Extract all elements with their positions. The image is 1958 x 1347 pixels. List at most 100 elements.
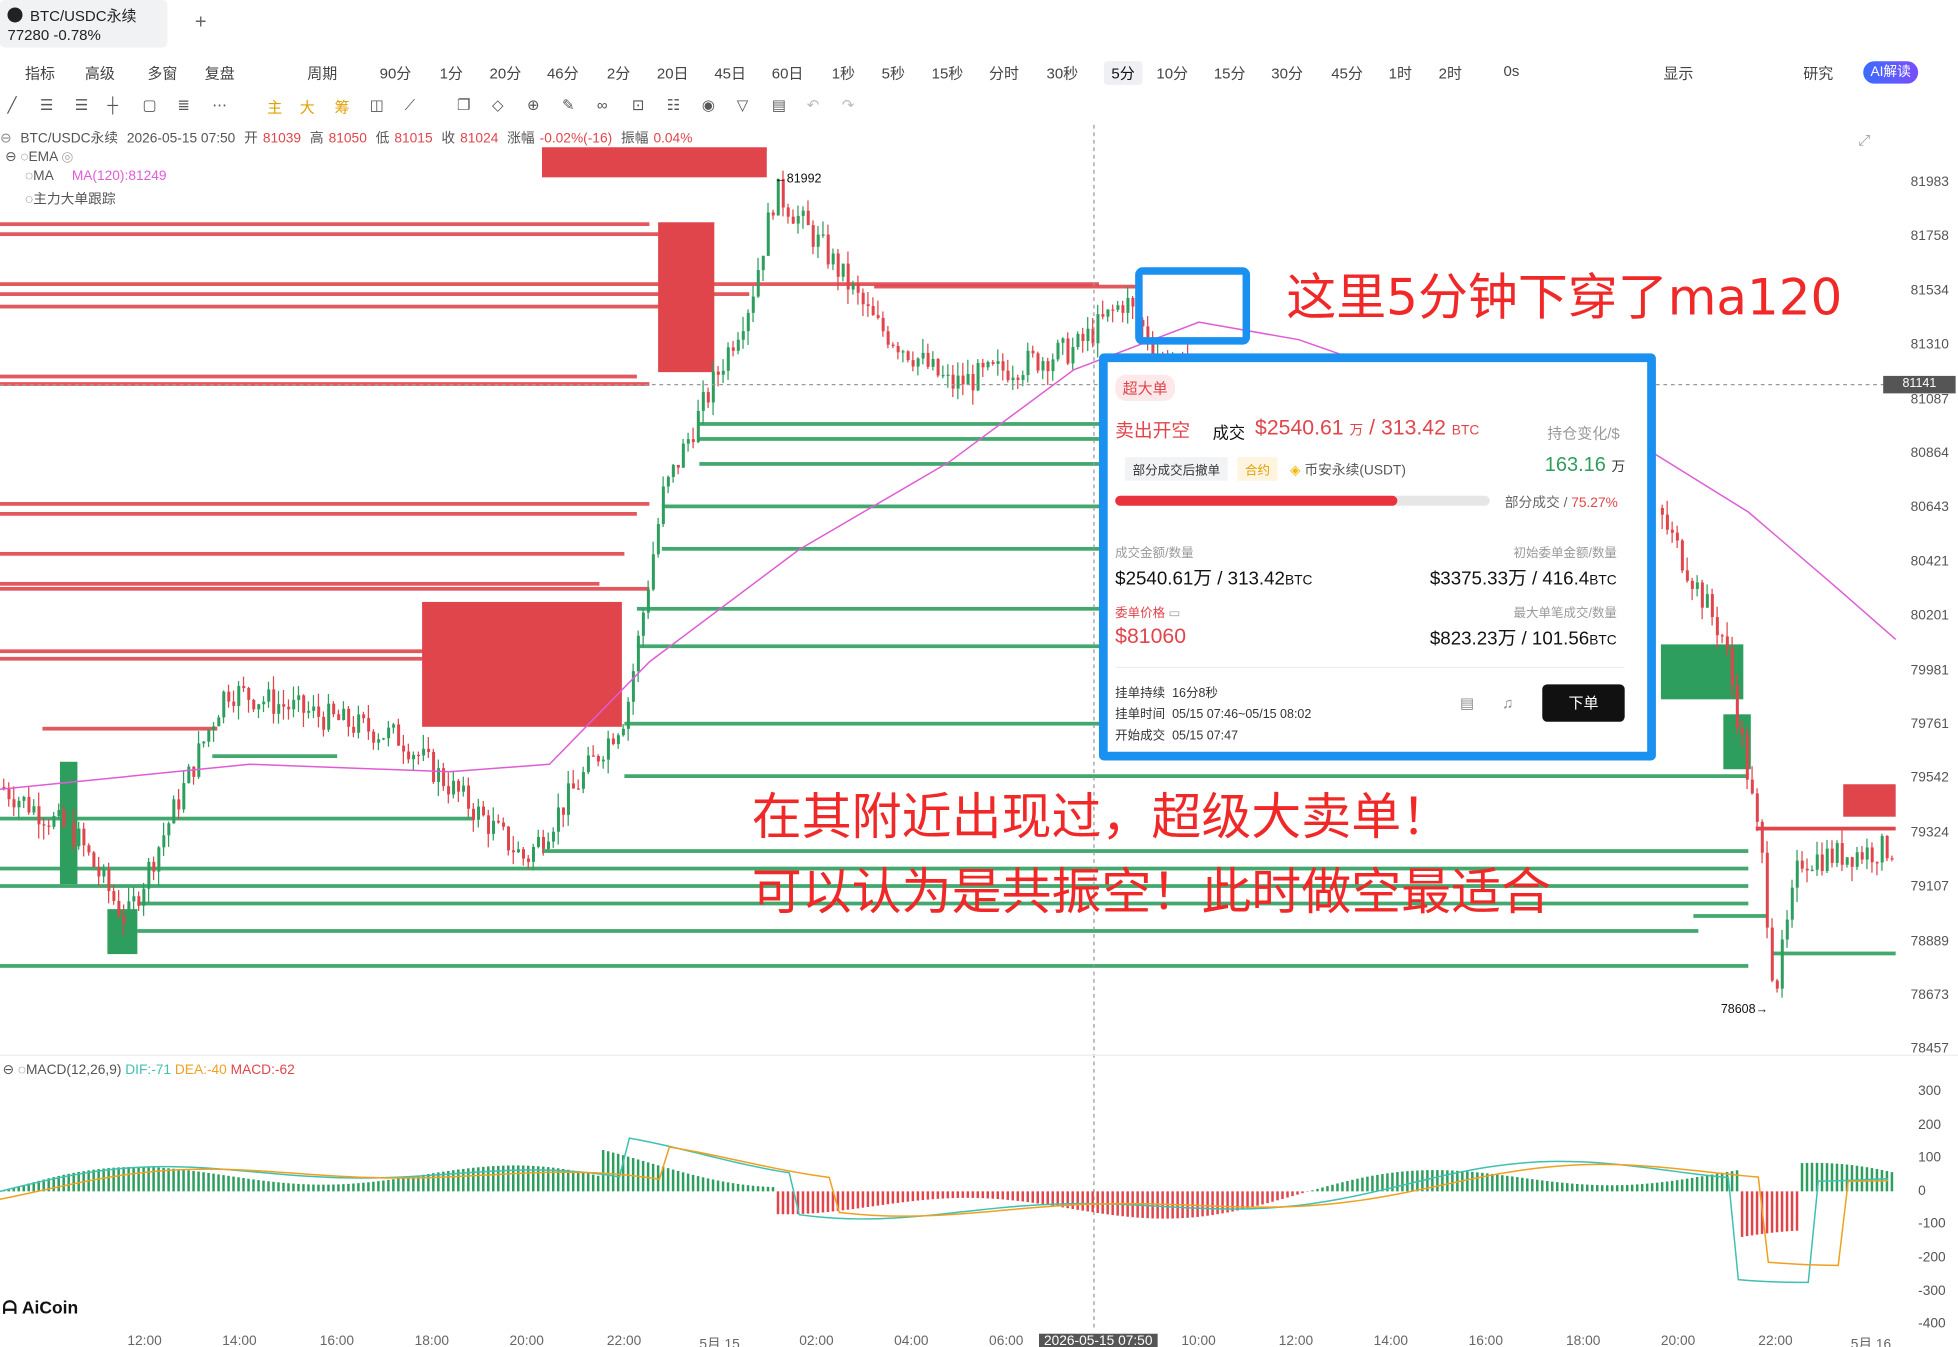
toolbar-item-21[interactable]: 30分 bbox=[1271, 62, 1303, 83]
candle-body bbox=[566, 783, 570, 815]
candle-body bbox=[117, 900, 121, 916]
main-icon[interactable]: 主 bbox=[267, 96, 282, 117]
macd-histogram-bar bbox=[32, 1182, 35, 1192]
note-icon[interactable]: ▤ bbox=[1460, 694, 1474, 711]
toolbar-item-18[interactable]: 5分 bbox=[1103, 61, 1143, 85]
tab-pair: BTC/USDC永续 bbox=[29, 7, 137, 25]
toolbar-item-19[interactable]: 10分 bbox=[1156, 62, 1188, 83]
chip-icon[interactable]: 筹 bbox=[335, 96, 350, 117]
candle-body bbox=[1106, 309, 1110, 317]
magnet-icon[interactable]: ∞ bbox=[597, 96, 608, 113]
macd-histogram-bar bbox=[1865, 1167, 1869, 1192]
toolbar-item-9[interactable]: 2分 bbox=[607, 62, 630, 83]
collapse-icon[interactable]: ⊖ bbox=[0, 131, 12, 146]
price-tick: 78673 bbox=[1910, 987, 1949, 1003]
toolbar-item-14[interactable]: 5秒 bbox=[882, 62, 905, 83]
eye-icon[interactable]: ◉ bbox=[702, 96, 715, 113]
toolbar-item-0[interactable]: 指标 bbox=[25, 62, 55, 83]
ruler-icon[interactable]: ◇ bbox=[492, 96, 504, 113]
macd-histogram-bar bbox=[1251, 1191, 1254, 1207]
copy-icon[interactable]: ❐ bbox=[457, 96, 470, 113]
candle-body bbox=[1890, 858, 1894, 860]
popup-exchange: ◈ 币安永续(USDT) bbox=[1290, 463, 1406, 479]
macd-histogram-bar bbox=[936, 1191, 940, 1199]
toolbar-item-15[interactable]: 15秒 bbox=[932, 62, 964, 83]
toolbar-item-23[interactable]: 1时 bbox=[1389, 62, 1412, 83]
channel-tool-icon[interactable]: ☰ bbox=[75, 96, 88, 113]
macd-histogram-bar bbox=[407, 1177, 410, 1192]
ma-indicator[interactable]: ◌MA MA(120):81249 bbox=[25, 169, 167, 184]
toolbar-item-26[interactable]: 显示 bbox=[1663, 62, 1693, 83]
more-tools-icon[interactable]: ⋯ bbox=[212, 96, 227, 113]
ray-tool-icon[interactable]: ┼ bbox=[107, 96, 118, 113]
hline-tool-icon[interactable]: ☰ bbox=[40, 96, 53, 113]
toolbar-item-24[interactable]: 2时 bbox=[1439, 62, 1462, 83]
macd-histogram-bar bbox=[1610, 1185, 1614, 1192]
tab-btc-usdc[interactable]: BTC/USDC永续 77280 -0.78% bbox=[0, 0, 168, 48]
macd-histogram-bar bbox=[1146, 1191, 1149, 1219]
big-icon[interactable]: 大 bbox=[300, 96, 315, 117]
rect-tool-icon[interactable]: ▢ bbox=[142, 96, 156, 113]
toolbar-item-1[interactable]: 高级 bbox=[85, 62, 115, 83]
candle-body bbox=[97, 866, 101, 877]
toolbar-item-10[interactable]: 20日 bbox=[657, 62, 689, 83]
macd-histogram-bar bbox=[247, 1178, 250, 1192]
toolbar-item-22[interactable]: 45分 bbox=[1331, 62, 1363, 83]
filter-icon[interactable]: ▽ bbox=[737, 96, 749, 113]
candle-body bbox=[217, 717, 221, 727]
candle-body bbox=[1056, 342, 1060, 360]
candle-body bbox=[546, 841, 550, 849]
macd-histogram-bar bbox=[711, 1179, 715, 1192]
ema-indicator[interactable]: ⊖ ◌EMA ◎ bbox=[5, 149, 73, 165]
line-tool-icon[interactable]: ╱ bbox=[7, 96, 16, 113]
toolbar-item-16[interactable]: 分时 bbox=[989, 62, 1019, 83]
candle-body bbox=[1835, 843, 1839, 863]
lock-icon[interactable]: ⊡ bbox=[632, 96, 645, 113]
toolbar-item-20[interactable]: 15分 bbox=[1214, 62, 1246, 83]
toolbar-item-12[interactable]: 60日 bbox=[772, 62, 804, 83]
macd-histogram-bar bbox=[526, 1165, 530, 1192]
candlestick-chart[interactable] bbox=[0, 0, 1958, 1347]
ai-interpret-button[interactable]: AI解读 bbox=[1863, 61, 1919, 84]
popup-init-amount: $3375.33万 / 416.4BTC bbox=[1429, 568, 1617, 590]
toolbar-item-27[interactable]: 研究 bbox=[1803, 62, 1833, 83]
bell-icon[interactable]: ♫ bbox=[1502, 694, 1513, 711]
toolbar-item-6[interactable]: 1分 bbox=[440, 62, 463, 83]
compare-icon[interactable]: ◫ bbox=[370, 96, 384, 113]
fib-tool-icon[interactable]: ≣ bbox=[177, 96, 190, 113]
toolbar-item-8[interactable]: 46分 bbox=[547, 62, 579, 83]
macd-histogram-bar bbox=[821, 1191, 825, 1213]
trash-icon[interactable]: ▤ bbox=[772, 96, 786, 113]
toolbar-item-25[interactable]: 0s bbox=[1504, 62, 1520, 79]
toolbar-item-13[interactable]: 1秒 bbox=[832, 62, 855, 83]
toolbar-item-17[interactable]: 30秒 bbox=[1046, 62, 1078, 83]
candle-body bbox=[1091, 328, 1095, 344]
toolbar-item-5[interactable]: 90分 bbox=[380, 62, 412, 83]
price-tick: 80864 bbox=[1910, 445, 1949, 461]
toolbar-item-11[interactable]: 45日 bbox=[714, 62, 746, 83]
macd-histogram-bar bbox=[1885, 1171, 1889, 1192]
expand-icon[interactable]: ⤢ bbox=[1858, 131, 1870, 150]
toolbar-item-7[interactable]: 20分 bbox=[490, 62, 522, 83]
add-tab-icon[interactable]: + bbox=[195, 12, 207, 34]
candle-body bbox=[1096, 314, 1100, 344]
toolbar-item-4[interactable]: 周期 bbox=[307, 62, 337, 83]
macd-histogram-bar bbox=[771, 1187, 775, 1192]
candle-body bbox=[412, 754, 416, 760]
candle-body bbox=[7, 788, 11, 800]
redo-icon[interactable]: ↷ bbox=[842, 96, 855, 113]
zoom-icon[interactable]: ⊕ bbox=[527, 96, 540, 113]
brush-icon[interactable]: ✎ bbox=[562, 96, 575, 113]
macd-histogram-bar bbox=[192, 1170, 195, 1192]
toolbar-item-2[interactable]: 多窗 bbox=[147, 62, 177, 83]
candle-body bbox=[1855, 852, 1859, 867]
macd-histogram-bar bbox=[1191, 1191, 1194, 1218]
undo-icon[interactable]: ↶ bbox=[807, 96, 820, 113]
measure-icon[interactable]: ⟋ bbox=[405, 96, 415, 115]
candle-body bbox=[551, 831, 555, 842]
place-order-button[interactable]: 下单 bbox=[1542, 684, 1625, 722]
layers-icon[interactable]: ☷ bbox=[667, 96, 680, 113]
price-tick: 78889 bbox=[1910, 933, 1949, 949]
toolbar-item-3[interactable]: 复盘 bbox=[205, 62, 235, 83]
bigorder-indicator[interactable]: ◌主力大单跟踪 bbox=[25, 189, 116, 209]
